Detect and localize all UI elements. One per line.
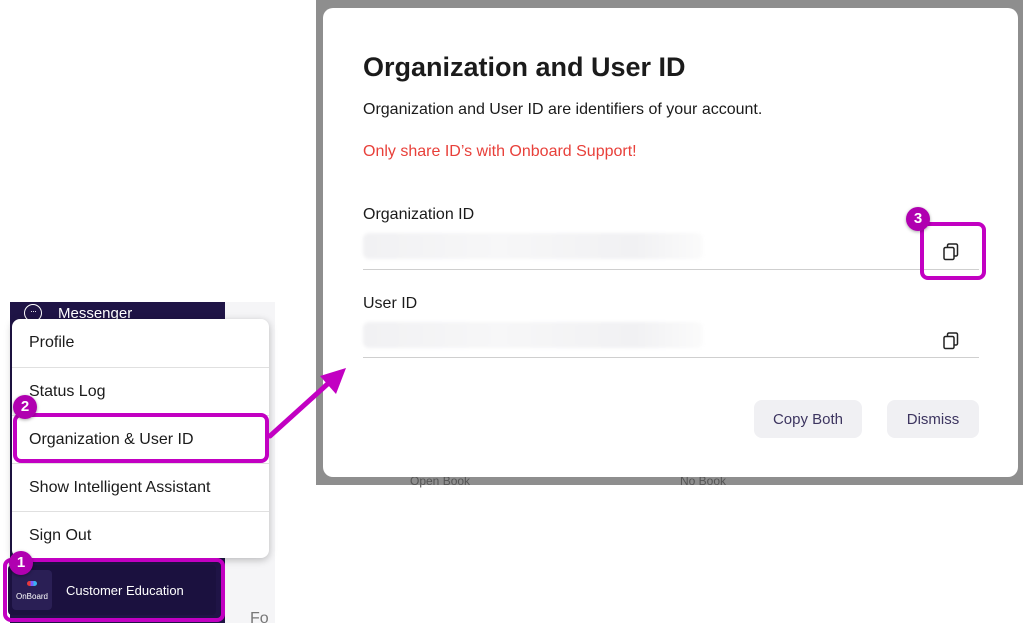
copy-icon[interactable] bbox=[941, 331, 961, 351]
highlight-box-step3 bbox=[920, 222, 986, 280]
menu-item-label: Show Intelligent Assistant bbox=[29, 478, 211, 496]
dialog-title: Organization and User ID bbox=[363, 52, 686, 82]
organization-user-id-dialog: Organization and User ID Organization an… bbox=[323, 8, 1018, 477]
step-badge-1: 1 bbox=[9, 551, 33, 575]
menu-item-label: Sign Out bbox=[29, 526, 92, 544]
dismiss-button[interactable]: Dismiss bbox=[887, 400, 979, 438]
dialog-warning: Only share ID’s with Onboard Support! bbox=[363, 143, 637, 160]
field-divider bbox=[363, 357, 979, 358]
organization-id-label: Organization ID bbox=[363, 206, 475, 223]
user-id-value[interactable] bbox=[363, 322, 703, 348]
menu-item-label: Status Log bbox=[29, 382, 106, 400]
highlight-box-step2 bbox=[13, 413, 269, 463]
arrow-annotation bbox=[267, 368, 346, 439]
field-divider bbox=[363, 269, 979, 270]
menu-item-label: Profile bbox=[29, 334, 75, 351]
dialog-description: Organization and User ID are identifiers… bbox=[363, 101, 763, 118]
menu-item-sign-out[interactable]: Sign Out bbox=[12, 511, 269, 559]
menu-item-profile[interactable]: Profile bbox=[12, 319, 269, 367]
menu-item-status-log[interactable]: Status Log bbox=[12, 367, 269, 415]
user-id-label: User ID bbox=[363, 295, 418, 312]
organization-id-value[interactable] bbox=[363, 233, 703, 259]
highlight-box-step1 bbox=[3, 558, 225, 622]
partial-content-text: Fo bbox=[250, 610, 269, 627]
copy-both-button[interactable]: Copy Both bbox=[754, 400, 862, 438]
step-badge-3: 3 bbox=[906, 207, 930, 231]
menu-item-show-intelligent-assistant[interactable]: Show Intelligent Assistant bbox=[12, 463, 269, 511]
step-badge-2: 2 bbox=[13, 395, 37, 419]
